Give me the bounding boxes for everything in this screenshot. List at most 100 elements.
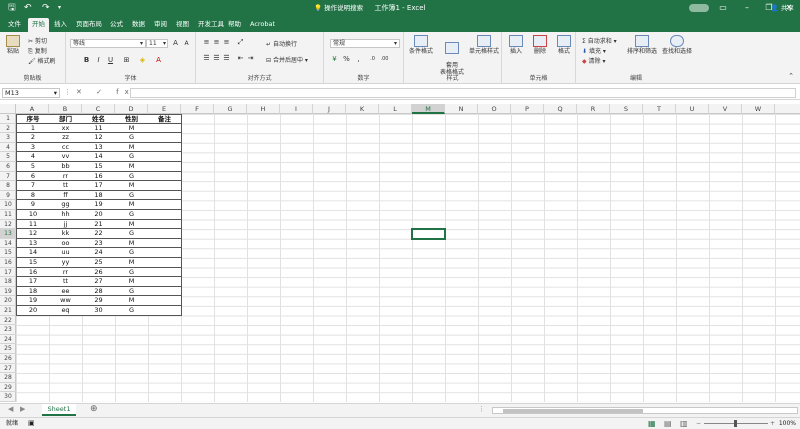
sheet-tab[interactable]: Sheet1: [42, 404, 76, 416]
column-header-A[interactable]: A: [16, 104, 49, 114]
column-header-L[interactable]: L: [379, 104, 412, 114]
row-header-14[interactable]: 14: [0, 239, 16, 249]
table-cell[interactable]: bb: [49, 162, 83, 172]
table-cell[interactable]: hh: [49, 210, 83, 220]
table-cell[interactable]: 12: [82, 133, 116, 143]
copy-button[interactable]: ⎘ 复制: [28, 46, 47, 56]
row-header-5[interactable]: 5: [0, 152, 16, 162]
page-layout-icon[interactable]: ▤: [664, 418, 672, 429]
table-cell[interactable]: 13: [82, 142, 116, 153]
paste-button[interactable]: 粘贴: [4, 35, 22, 55]
table-cell[interactable]: M: [115, 123, 149, 134]
align-right-icon[interactable]: ☰: [222, 54, 231, 63]
zoom-out-icon[interactable]: −: [696, 418, 701, 429]
table-header-cell[interactable]: 性别: [115, 114, 149, 124]
tab-2[interactable]: 插入: [50, 18, 71, 32]
row-header-30[interactable]: 30: [0, 392, 16, 402]
row-header-25[interactable]: 25: [0, 344, 16, 354]
number-format-select[interactable]: 常规 ▾: [330, 39, 400, 48]
column-header-Q[interactable]: Q: [544, 104, 577, 114]
formula-buttons[interactable]: ✕ ✓ fx: [76, 88, 135, 96]
row-header-24[interactable]: 24: [0, 335, 16, 345]
table-cell[interactable]: gg: [49, 200, 83, 210]
table-cell[interactable]: 19: [82, 200, 116, 210]
tab-10[interactable]: Acrobat: [246, 18, 279, 32]
decrease-decimal-icon[interactable]: .00: [380, 55, 389, 64]
table-cell[interactable]: eq: [49, 306, 83, 316]
table-cell[interactable]: [148, 190, 182, 201]
row-header-28[interactable]: 28: [0, 373, 16, 383]
table-cell[interactable]: ww: [49, 296, 83, 306]
zoom-slider-thumb[interactable]: [734, 420, 737, 427]
shrink-font-button[interactable]: A: [182, 39, 191, 48]
row-header-13[interactable]: 13: [0, 229, 16, 239]
cut-button[interactable]: ✂ 剪切: [28, 36, 47, 45]
table-cell[interactable]: 11: [16, 219, 50, 230]
insert-cells-button[interactable]: 插入: [504, 35, 528, 55]
table-cell[interactable]: 22: [82, 229, 116, 239]
table-cell[interactable]: jj: [49, 219, 83, 230]
table-cell[interactable]: 12: [16, 229, 50, 239]
table-cell[interactable]: 18: [16, 286, 50, 297]
orientation-icon[interactable]: ⤢: [236, 38, 245, 47]
select-all-corner[interactable]: [0, 104, 16, 114]
next-sheet-icon[interactable]: ▶: [20, 405, 25, 413]
increase-indent-icon[interactable]: ⇥: [246, 54, 255, 63]
table-cell[interactable]: G: [115, 267, 149, 278]
table-cell[interactable]: G: [115, 152, 149, 162]
find-select-button[interactable]: 查找和选择: [660, 35, 694, 55]
table-cell[interactable]: G: [115, 133, 149, 143]
normal-view-icon[interactable]: ▦: [648, 418, 656, 429]
cell-styles-button[interactable]: 单元格样式: [466, 35, 502, 55]
table-cell[interactable]: tt: [49, 181, 83, 191]
horizontal-scrollbar[interactable]: [492, 407, 798, 414]
page-break-icon[interactable]: ▥: [680, 418, 688, 429]
table-cell[interactable]: [148, 210, 182, 220]
format-cells-button[interactable]: 格式: [552, 35, 576, 55]
table-header-cell[interactable]: 姓名: [82, 114, 116, 124]
table-cell[interactable]: [148, 286, 182, 297]
tab-9[interactable]: 帮助: [224, 18, 245, 32]
name-box[interactable]: M13 ▾: [2, 88, 60, 98]
table-header-cell[interactable]: 备注: [148, 114, 182, 124]
font-color-icon[interactable]: A: [154, 56, 163, 65]
table-cell[interactable]: [148, 123, 182, 134]
tab-8[interactable]: 开发工具: [194, 18, 228, 32]
table-cell[interactable]: oo: [49, 238, 83, 249]
fill-button[interactable]: ⬇ 填充 ▾: [582, 46, 606, 55]
tab-5[interactable]: 数据: [128, 18, 149, 32]
table-cell[interactable]: tt: [49, 277, 83, 287]
wrap-text-button[interactable]: ↵ 自动换行: [266, 39, 297, 48]
row-header-22[interactable]: 22: [0, 316, 16, 326]
row-header-20[interactable]: 20: [0, 296, 16, 306]
macro-record-icon[interactable]: ▣: [28, 418, 35, 429]
row-header-7[interactable]: 7: [0, 172, 16, 182]
table-cell[interactable]: kk: [49, 229, 83, 239]
table-cell[interactable]: vv: [49, 152, 83, 162]
percent-button[interactable]: %: [342, 55, 351, 64]
collapse-ribbon-icon[interactable]: ⌃: [788, 72, 794, 80]
table-cell[interactable]: 27: [82, 277, 116, 287]
table-cell[interactable]: 25: [82, 258, 116, 268]
row-header-18[interactable]: 18: [0, 277, 16, 287]
table-cell[interactable]: [148, 267, 182, 278]
column-header-T[interactable]: T: [643, 104, 676, 114]
row-header-26[interactable]: 26: [0, 354, 16, 364]
table-cell[interactable]: rr: [49, 267, 83, 278]
align-top-icon[interactable]: ≡: [202, 38, 211, 47]
format-painter-button[interactable]: 🖌 格式刷: [28, 56, 56, 65]
column-header-V[interactable]: V: [709, 104, 742, 114]
font-name-select[interactable]: 等线 ▾: [70, 39, 146, 48]
table-cell[interactable]: 13: [16, 238, 50, 249]
table-cell[interactable]: 1: [16, 123, 50, 134]
table-cell[interactable]: 28: [82, 286, 116, 297]
column-header-G[interactable]: G: [214, 104, 247, 114]
autosum-button[interactable]: Σ 自动求和 ▾: [582, 36, 617, 45]
row-header-2[interactable]: 2: [0, 124, 16, 134]
table-cell[interactable]: 17: [82, 181, 116, 191]
row-header-17[interactable]: 17: [0, 268, 16, 278]
table-cell[interactable]: 23: [82, 238, 116, 249]
column-header-C[interactable]: C: [82, 104, 115, 114]
table-cell[interactable]: ff: [49, 190, 83, 201]
table-cell[interactable]: [148, 258, 182, 268]
